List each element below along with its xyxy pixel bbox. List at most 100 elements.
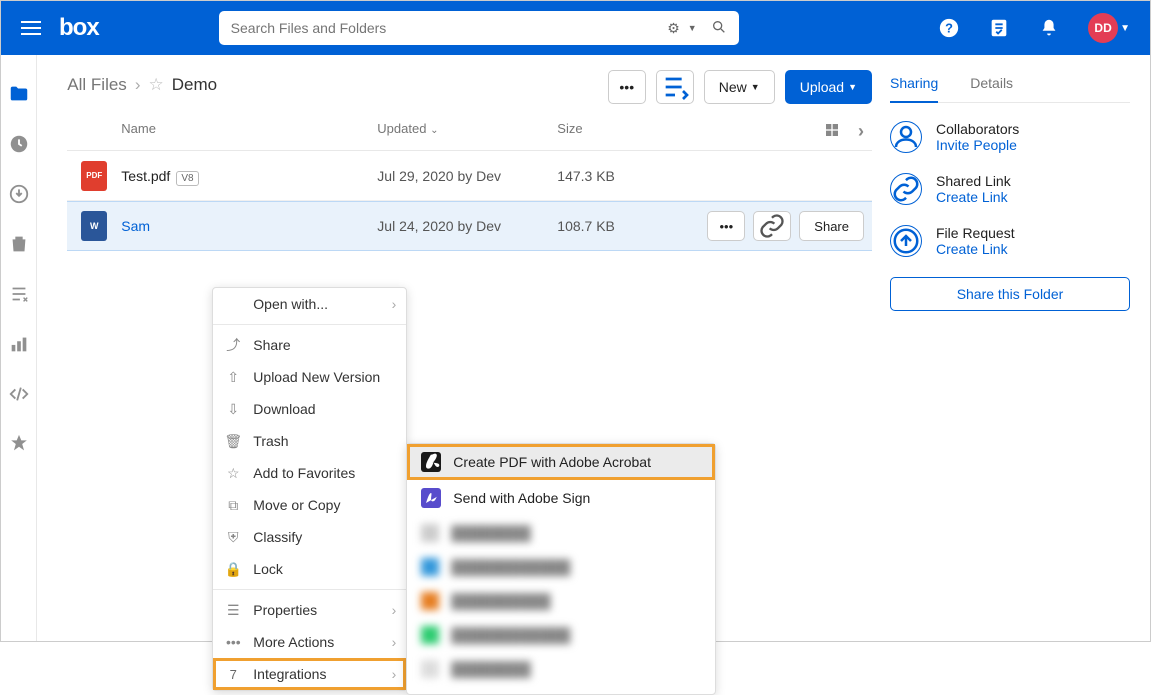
menu-trash[interactable]: 🗑Trash bbox=[213, 425, 406, 457]
notes-rail-icon[interactable] bbox=[8, 283, 30, 305]
chevron-right-icon: › bbox=[135, 75, 141, 95]
notes-toolbar-button[interactable] bbox=[656, 70, 694, 104]
upload-button[interactable]: Upload▼ bbox=[785, 70, 872, 104]
row-link-button[interactable] bbox=[753, 211, 791, 241]
file-updated: Jul 29, 2020 by Dev bbox=[377, 168, 557, 184]
file-row[interactable]: W Sam Jul 24, 2020 by Dev 108.7 KB ••• S… bbox=[67, 201, 872, 251]
doc-icon: W bbox=[81, 211, 107, 241]
caret-down-icon: ▼ bbox=[1120, 23, 1130, 34]
menu-open-with[interactable]: Open with... bbox=[213, 288, 406, 320]
box-logo[interactable]: box bbox=[59, 14, 99, 42]
menu-lock[interactable]: 🔒Lock bbox=[213, 553, 406, 585]
upload-icon: ⇧ bbox=[225, 369, 241, 385]
version-badge: V8 bbox=[176, 171, 198, 186]
copy-icon: ⧉ bbox=[225, 497, 241, 513]
submenu-blurred-item: ████████ bbox=[407, 516, 715, 550]
pdf-icon: PDF bbox=[81, 161, 107, 191]
file-name[interactable]: Test.pdfV8 bbox=[121, 168, 377, 184]
menu-classify[interactable]: ⛨Classify bbox=[213, 521, 406, 553]
file-request-title: File Request bbox=[936, 225, 1015, 241]
file-updated: Jul 24, 2020 by Dev bbox=[377, 218, 557, 234]
col-size[interactable]: Size bbox=[557, 121, 707, 142]
menu-favorites[interactable]: ☆Add to Favorites bbox=[213, 457, 406, 489]
menu-share[interactable]: ⤴Share bbox=[213, 329, 406, 361]
row-more-button[interactable]: ••• bbox=[707, 211, 745, 241]
submenu-blurred-item: ████████████ bbox=[407, 550, 715, 584]
download-icon: ⇩ bbox=[225, 401, 241, 417]
search-filter-icon[interactable]: ⚙ bbox=[667, 20, 680, 37]
integrations-count: 7 bbox=[225, 666, 241, 682]
submenu-blurred-item: ████████ bbox=[407, 652, 715, 686]
file-name[interactable]: Sam bbox=[121, 218, 377, 234]
menu-move-copy[interactable]: ⧉Move or Copy bbox=[213, 489, 406, 521]
avatar: DD bbox=[1088, 13, 1118, 43]
expand-icon[interactable]: › bbox=[858, 121, 864, 142]
submenu-blurred-item: ██████████ bbox=[407, 584, 715, 618]
notes-icon[interactable] bbox=[988, 17, 1010, 39]
properties-icon: ☰ bbox=[225, 602, 241, 618]
more-button[interactable]: ••• bbox=[608, 70, 646, 104]
search-dropdown-icon[interactable]: ▼ bbox=[688, 23, 697, 33]
tab-details[interactable]: Details bbox=[970, 75, 1013, 102]
user-menu[interactable]: DD ▼ bbox=[1088, 13, 1130, 43]
search-icon[interactable] bbox=[711, 19, 727, 38]
collaborators-title: Collaborators bbox=[936, 121, 1019, 137]
menu-more-actions[interactable]: •••More Actions bbox=[213, 626, 406, 658]
download-icon[interactable] bbox=[8, 183, 30, 205]
menu-upload-version[interactable]: ⇧Upload New Version bbox=[213, 361, 406, 393]
col-updated[interactable]: Updated ⌄ bbox=[377, 121, 557, 142]
top-header: box ⚙ ▼ ? DD ▼ bbox=[1, 1, 1150, 55]
trash-icon[interactable] bbox=[8, 233, 30, 255]
search-input[interactable] bbox=[231, 20, 668, 36]
right-sidebar: Sharing Details Collaborators Invite Peo… bbox=[890, 55, 1150, 641]
row-share-button[interactable]: Share bbox=[799, 211, 864, 241]
lock-icon: 🔒 bbox=[225, 561, 241, 577]
shield-icon: ⛨ bbox=[225, 529, 241, 545]
files-icon[interactable] bbox=[8, 83, 30, 105]
create-shared-link[interactable]: Create Link bbox=[936, 189, 1011, 205]
collaborators-icon bbox=[890, 121, 922, 153]
submenu-create-pdf[interactable]: Create PDF with Adobe Acrobat bbox=[407, 444, 715, 480]
menu-properties[interactable]: ☰Properties bbox=[213, 594, 406, 626]
acrobat-icon bbox=[421, 452, 441, 472]
tab-sharing[interactable]: Sharing bbox=[890, 75, 938, 103]
menu-download[interactable]: ⇩Download bbox=[213, 393, 406, 425]
shared-link-title: Shared Link bbox=[936, 173, 1011, 189]
left-rail bbox=[1, 55, 37, 641]
submenu-blurred-item: ████████████ bbox=[407, 618, 715, 652]
breadcrumb-current: Demo bbox=[172, 75, 217, 95]
help-icon[interactable]: ? bbox=[938, 17, 960, 39]
file-size: 108.7 KB bbox=[557, 218, 707, 234]
content-area: All Files › ☆ Demo ••• New▼ Upload▼ Name… bbox=[37, 55, 890, 641]
column-headers: Name Updated ⌄ Size › bbox=[67, 113, 872, 151]
trash-icon: 🗑 bbox=[225, 433, 241, 449]
file-row[interactable]: PDF Test.pdfV8 Jul 29, 2020 by Dev 147.3… bbox=[67, 151, 872, 201]
share-icon: ⤴ bbox=[225, 337, 241, 353]
new-button[interactable]: New▼ bbox=[704, 70, 775, 104]
search-box[interactable]: ⚙ ▼ bbox=[219, 11, 739, 45]
hamburger-menu-icon[interactable] bbox=[21, 21, 41, 35]
shared-link-icon bbox=[890, 173, 922, 205]
analytics-icon[interactable] bbox=[8, 333, 30, 355]
bell-icon[interactable] bbox=[1038, 17, 1060, 39]
file-size: 147.3 KB bbox=[557, 168, 707, 184]
col-name[interactable]: Name bbox=[67, 121, 377, 142]
file-request-icon bbox=[890, 225, 922, 257]
svg-text:?: ? bbox=[945, 21, 953, 36]
context-menu: Open with... ⤴Share ⇧Upload New Version … bbox=[212, 287, 407, 691]
more-icon: ••• bbox=[225, 634, 241, 650]
grid-view-icon[interactable] bbox=[824, 122, 840, 141]
share-folder-button[interactable]: Share this Folder bbox=[890, 277, 1130, 311]
create-file-request-link[interactable]: Create Link bbox=[936, 241, 1015, 257]
star-icon[interactable]: ☆ bbox=[148, 75, 163, 95]
recents-icon[interactable] bbox=[8, 133, 30, 155]
adobe-sign-icon bbox=[421, 488, 441, 508]
menu-integrations[interactable]: 7Integrations bbox=[213, 658, 406, 690]
dev-icon[interactable] bbox=[8, 383, 30, 405]
invite-people-link[interactable]: Invite People bbox=[936, 137, 1019, 153]
submenu-send-sign[interactable]: Send with Adobe Sign bbox=[407, 480, 715, 516]
breadcrumb-root[interactable]: All Files bbox=[67, 75, 127, 95]
favorites-rail-icon[interactable] bbox=[8, 433, 30, 455]
integrations-submenu: Create PDF with Adobe Acrobat Send with … bbox=[406, 443, 716, 695]
star-icon: ☆ bbox=[225, 465, 241, 481]
